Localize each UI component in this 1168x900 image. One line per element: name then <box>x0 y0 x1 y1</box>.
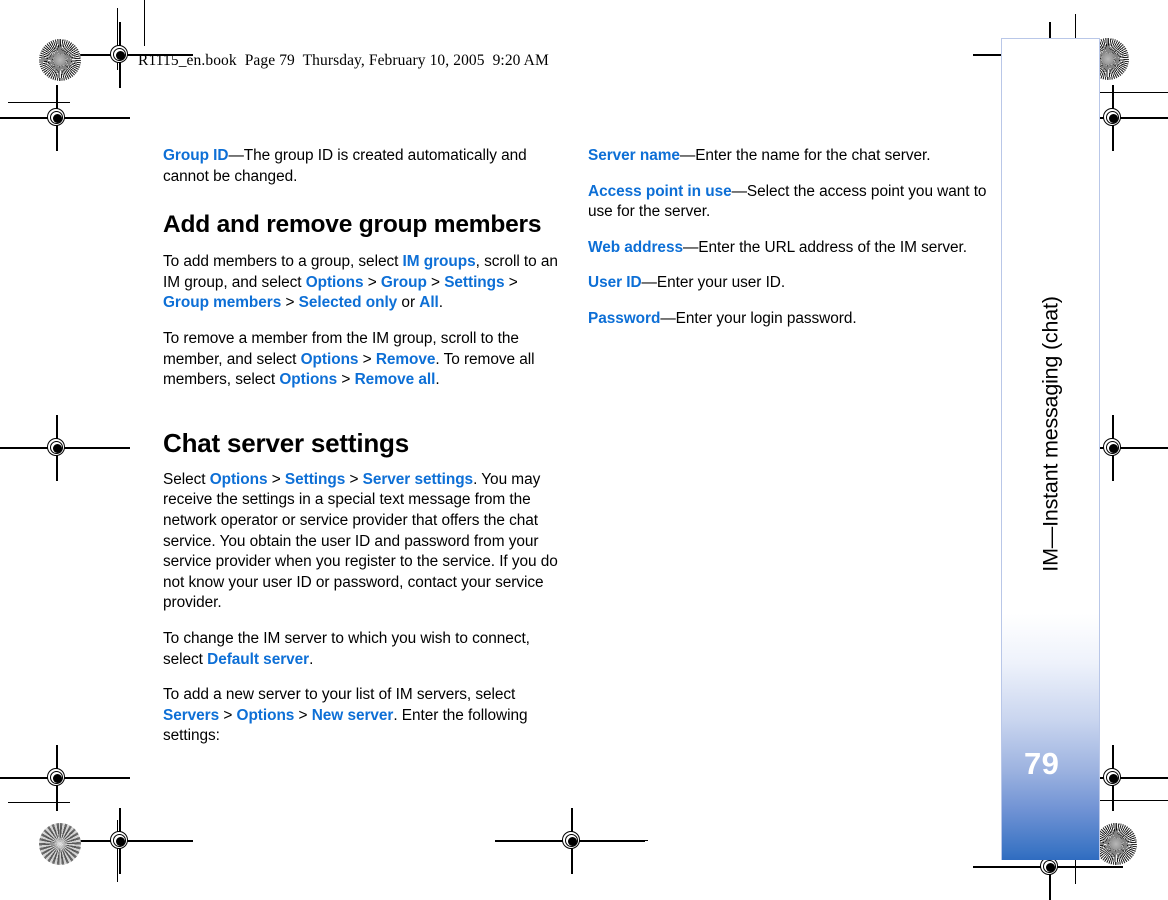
registration-target-right-top <box>1036 85 1168 151</box>
page-number: 79 <box>1024 746 1060 781</box>
text-run: —Enter your login password. <box>660 309 857 327</box>
density-patch-bottom-right <box>1095 823 1137 865</box>
paragraph-add-members: To add members to a group, select IM gro… <box>163 252 567 314</box>
registration-target-left-bottom <box>0 745 130 811</box>
path-separator: > <box>358 350 376 368</box>
heading-add-and-remove-group-members: Add and remove group members <box>163 211 542 239</box>
ui-term-access-point-in-use: Access point in use <box>588 182 732 200</box>
text-run: To add a new server to your list of IM s… <box>163 686 516 704</box>
left-text-column: Group ID—The group ID is created automat… <box>163 146 567 762</box>
paragraph-change-server: To change the IM server to which you wis… <box>163 629 567 670</box>
right-text-column: Server name—Enter the name for the chat … <box>588 146 992 345</box>
ui-term-new-server: New server <box>311 706 394 724</box>
paragraph-access-point-in-use: Access point in use—Select the access po… <box>588 182 992 223</box>
ui-term-group-members: Group members <box>163 294 282 312</box>
paragraph-user-id: User ID—Enter your user ID. <box>588 273 992 294</box>
ui-term-settings: Settings <box>284 470 346 488</box>
path-separator: > <box>219 706 237 724</box>
ui-term-options: Options <box>209 470 268 488</box>
crop-line-bottom-right-h <box>1096 800 1168 802</box>
path-separator: > <box>267 470 285 488</box>
path-separator: > <box>337 371 355 389</box>
ui-term-selected-only: Selected only <box>298 294 398 312</box>
density-patch-bottom-left <box>39 823 81 865</box>
heading-chat-server-settings: Chat server settings <box>163 427 409 458</box>
ui-term-password: Password <box>588 309 661 327</box>
print-header: R1115_en.book Page 79 Thursday, February… <box>138 52 549 69</box>
ui-term-group-id: Group ID <box>163 147 229 164</box>
ui-term-user-id: User ID <box>588 274 642 292</box>
path-separator: > <box>363 273 381 291</box>
registration-target-bottom-left <box>43 808 193 874</box>
registration-target-left-top <box>0 85 130 151</box>
ui-term-settings: Settings <box>444 273 505 291</box>
density-patch-top-left <box>39 39 81 81</box>
text-run: or <box>397 294 420 312</box>
ui-term-server-name: Server name <box>588 147 680 164</box>
text-run: Select <box>163 470 210 488</box>
ui-term-group: Group <box>380 273 427 291</box>
registration-target-right-middle <box>1036 415 1168 481</box>
text-run: To add members to a group, select <box>163 253 403 271</box>
text-run: . <box>435 371 440 389</box>
text-run: . <box>309 650 314 668</box>
ui-term-options: Options <box>300 350 359 368</box>
ui-term-web-address: Web address <box>588 238 683 256</box>
registration-target-top-left <box>43 22 193 88</box>
ui-term-options: Options <box>279 371 338 389</box>
document-page: R1115_en.book Page 79 Thursday, February… <box>0 0 1168 900</box>
paragraph-group-id: Group ID—The group ID is created automat… <box>163 146 567 187</box>
paragraph-web-address: Web address—Enter the URL address of the… <box>588 238 992 259</box>
crop-line-left-lower-h <box>8 802 70 804</box>
ui-term-options: Options <box>305 273 364 291</box>
path-separator: > <box>426 273 445 291</box>
text-run: —Enter the URL address of the IM server. <box>682 238 967 256</box>
path-separator: > <box>281 294 299 312</box>
registration-target-bottom-center <box>495 808 645 874</box>
paragraph-remove-member: To remove a member from the IM group, sc… <box>163 329 567 391</box>
registration-target-right-bottom <box>1036 745 1168 811</box>
paragraph-add-new-server: To add a new server to your list of IM s… <box>163 685 567 747</box>
ui-term-options: Options <box>236 706 295 724</box>
ui-term-im-groups: IM groups <box>402 253 476 271</box>
crop-line-right-upper-h <box>1096 92 1168 94</box>
ui-term-server-settings: Server settings <box>362 470 474 488</box>
ui-term-all: All <box>419 294 439 312</box>
paragraph-server-name: Server name—Enter the name for the chat … <box>588 146 992 167</box>
text-run: . You may receive the settings in a spec… <box>163 470 558 612</box>
chapter-sidebar: IM—Instant messaging (chat) 79 <box>1001 38 1100 860</box>
registration-target-left-middle <box>0 415 130 481</box>
text-run: —Enter your user ID. <box>641 274 786 292</box>
path-separator: > <box>345 470 363 488</box>
crop-line-top-left-v2 <box>144 0 146 46</box>
sidebar-chapter-title: IM—Instant messaging (chat) <box>1038 296 1062 572</box>
path-separator: > <box>504 273 518 291</box>
paragraph-select-server-settings: Select Options > Settings > Server setti… <box>163 470 567 614</box>
ui-term-servers: Servers <box>163 706 220 724</box>
ui-term-remove-all: Remove all <box>354 371 436 389</box>
path-separator: > <box>294 706 312 724</box>
paragraph-password: Password—Enter your login password. <box>588 309 992 330</box>
ui-term-default-server: Default server <box>207 650 310 668</box>
ui-term-remove: Remove <box>375 350 436 368</box>
text-run: —Enter the name for the chat server. <box>679 147 931 164</box>
text-run: . <box>438 294 444 312</box>
